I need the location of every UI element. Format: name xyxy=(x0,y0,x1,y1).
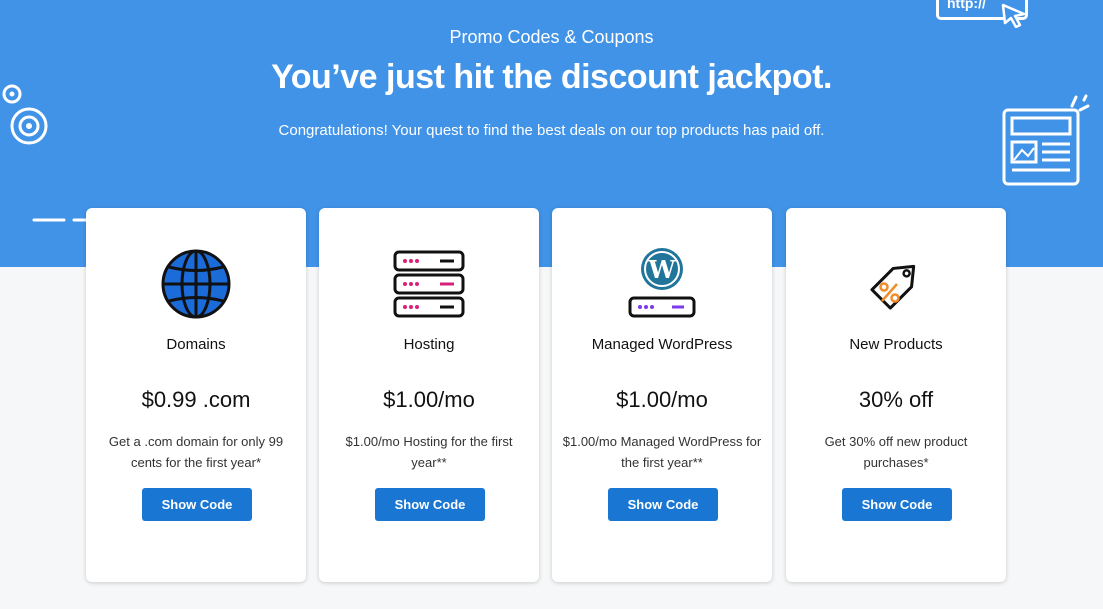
wordpress-icon: W xyxy=(612,244,712,324)
page-title: You’ve just hit the discount jackpot. xyxy=(271,58,832,96)
card-price: $0.99 .com xyxy=(141,387,251,412)
show-code-button-domains[interactable]: Show Code xyxy=(142,488,252,521)
cursor-arrow-icon xyxy=(1001,3,1026,28)
card-price: 30% off xyxy=(858,387,934,412)
price-tag-icon xyxy=(846,244,946,324)
page-subtitle: Congratulations! Your quest to find the … xyxy=(278,122,825,139)
card-managed-wordpress: W Managed WordPress $1.00/mo $1.00/mo Ma… xyxy=(552,208,772,582)
show-code-button-managed-wordpress[interactable]: Show Code xyxy=(608,488,718,521)
card-description: Get 30% off new product purchases* xyxy=(824,434,968,470)
card-title: New Products xyxy=(849,336,943,353)
card-price: $1.00/mo xyxy=(383,387,475,412)
svg-text:W: W xyxy=(648,255,677,284)
target-circles-icon xyxy=(2,84,48,145)
card-title: Hosting xyxy=(403,336,455,353)
page-eyebrow: Promo Codes & Coupons xyxy=(449,27,654,47)
card-domains: Domains $0.99 .com Get a .com domain for… xyxy=(86,208,306,582)
card-description: Get a .com domain for only 99 cents for … xyxy=(108,434,284,470)
dash-lines-icon xyxy=(32,218,90,222)
server-icon xyxy=(379,244,479,324)
card-hosting: Hosting $1.00/mo $1.00/mo Hosting for th… xyxy=(319,208,539,582)
show-code-button-hosting[interactable]: Show Code xyxy=(375,488,485,521)
card-description: $1.00/mo Hosting for the first year** xyxy=(345,434,513,470)
card-description: $1.00/mo Managed WordPress for the first… xyxy=(562,434,762,470)
card-price: $1.00/mo xyxy=(616,387,708,412)
newspaper-icon xyxy=(1002,94,1090,186)
card-new-products: New Products 30% off Get 30% off new pro… xyxy=(786,208,1006,582)
globe-icon xyxy=(146,244,246,324)
show-code-button-new-products[interactable]: Show Code xyxy=(842,488,952,521)
url-badge-text: http:// xyxy=(947,0,986,11)
card-title: Domains xyxy=(166,336,226,353)
card-title: Managed WordPress xyxy=(591,336,733,353)
